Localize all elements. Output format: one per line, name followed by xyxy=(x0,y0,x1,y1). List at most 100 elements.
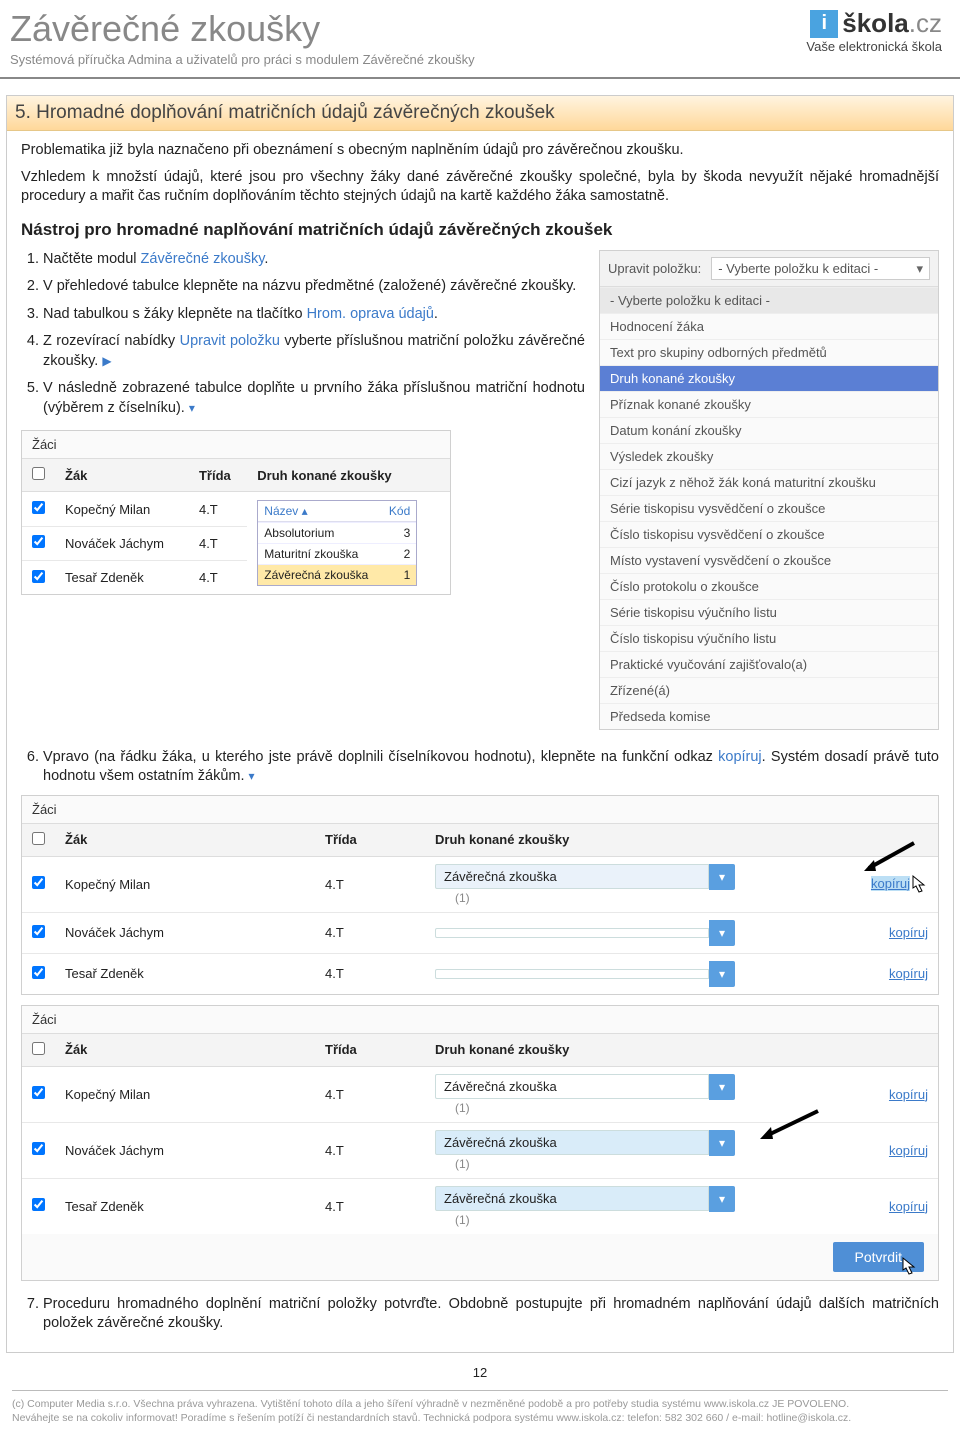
row-checkbox[interactable] xyxy=(32,876,45,889)
steps-list: Načtěte modul Závěrečné zkoušky. V přehl… xyxy=(21,250,585,419)
step-6-a: Vpravo (na řádku žáka, u kterého jste pr… xyxy=(43,749,718,765)
count-label: (1) xyxy=(455,1157,470,1171)
sp-option[interactable]: Zřízené(á) xyxy=(600,677,938,703)
cell-class: 4.T xyxy=(189,492,247,526)
count-label: (1) xyxy=(455,1213,470,1227)
zaci3-check-all[interactable] xyxy=(32,1042,45,1055)
cell-class: 4.T xyxy=(189,561,247,595)
subsection-heading: Nástroj pro hromadné naplňování matriční… xyxy=(21,220,939,240)
arrow-down-icon: ▾ xyxy=(189,401,195,415)
row-checkbox[interactable] xyxy=(32,1142,45,1155)
type-input[interactable] xyxy=(435,928,709,938)
page-number: 12 xyxy=(0,1353,960,1386)
section-heading: 5. Hromadné doplňování matričních údajů … xyxy=(7,96,953,131)
dd-opt-name: Absolutorium xyxy=(264,526,334,540)
step-5: V následně zobrazené tabulce doplňte u p… xyxy=(43,379,585,418)
row-checkbox[interactable] xyxy=(32,570,45,583)
doc-title: Závěrečné zkoušky xyxy=(10,8,475,50)
step-7: Proceduru hromadného doplnění matriční p… xyxy=(43,1295,939,1334)
arrow-down-icon: ▾ xyxy=(249,769,255,783)
sp-option[interactable]: Text pro skupiny odborných předmětů xyxy=(600,339,938,365)
cursor-icon xyxy=(900,1256,920,1278)
edit-item-panel: Upravit položku: - Vyberte položku k edi… xyxy=(599,250,939,730)
sp-option[interactable]: Číslo protokolu o zkoušce xyxy=(600,573,938,599)
type-input[interactable]: Závěrečná zkouška xyxy=(435,1130,709,1155)
type-dropdown-btn[interactable]: ▾ xyxy=(709,920,735,946)
type-dropdown-btn[interactable]: ▾ xyxy=(709,1186,735,1212)
footer-line-2: Neváhejte se na cokoliv informovat! Pora… xyxy=(12,1411,948,1425)
zaci1-table: Žák Třída Druh konané zkoušky Kopečný Mi… xyxy=(22,458,450,594)
cell-type: Závěrečná zkouška▾ (1) xyxy=(425,1178,828,1234)
sp-option[interactable]: Série tiskopisu vysvědčení o zkoušce xyxy=(600,495,938,521)
dd-opt-name: Maturitní zkouška xyxy=(264,547,358,561)
type-dropdown-btn[interactable]: ▾ xyxy=(709,1074,735,1100)
step-6: Vpravo (na řádku žáka, u kterého jste pr… xyxy=(43,748,939,787)
step-5-a: V následně zobrazené tabulce doplňte u p… xyxy=(43,380,585,416)
type-input[interactable] xyxy=(435,969,709,979)
sp-option[interactable]: - Vyberte položku k editaci - xyxy=(600,287,938,313)
zaci1-check-all[interactable] xyxy=(32,467,45,480)
step-3: Nad tabulkou s žáky klepněte na tlačítko… xyxy=(43,305,585,325)
row-checkbox[interactable] xyxy=(32,1086,45,1099)
sp-option[interactable]: Praktické vyučování zajišťovalo(a) xyxy=(600,651,938,677)
content: 5. Hromadné doplňování matričních údajů … xyxy=(6,95,954,1353)
zaci1-col-class: Třída xyxy=(189,459,247,492)
sp-option[interactable]: Číslo tiskopisu vysvědčení o zkoušce xyxy=(600,521,938,547)
copy-link[interactable]: kopíruj xyxy=(889,1199,928,1214)
copy-link[interactable]: kopíruj xyxy=(889,1143,928,1158)
logo-i-icon: i xyxy=(810,10,838,38)
table-row: Tesař Zdeněk4.TZávěrečná zkouška▾(1)kopí… xyxy=(22,1178,938,1234)
sp-option[interactable]: Druh konané zkoušky xyxy=(600,365,938,391)
step-1-a: Načtěte modul xyxy=(43,251,141,267)
row-checkbox[interactable] xyxy=(32,966,45,979)
sp-label: Upravit položku: xyxy=(608,261,701,276)
sp-option[interactable]: Série tiskopisu výučního listu xyxy=(600,599,938,625)
dd-option[interactable]: Absolutorium3 xyxy=(258,522,416,543)
sp-option[interactable]: Cizí jazyk z něhož žák koná maturitní zk… xyxy=(600,469,938,495)
dd-option-selected[interactable]: Závěrečná zkouška1 xyxy=(258,564,416,585)
row-checkbox[interactable] xyxy=(32,1198,45,1211)
copy-link[interactable]: kopíruj xyxy=(871,876,910,891)
count-label: (1) xyxy=(455,1101,470,1115)
header-divider xyxy=(0,77,960,79)
sp-option[interactable]: Předseda komise xyxy=(600,703,938,729)
sp-select[interactable]: - Vyberte položku k editaci - xyxy=(711,257,930,280)
cell-student: Tesař Zdeněk xyxy=(55,953,315,994)
type-dropdown-open[interactable]: Název ▴Kód Absolutorium3 Maturitní zkouš… xyxy=(257,500,417,586)
table-row: Kopečný Milan4.TZávěrečná zkouška▾(1)kop… xyxy=(22,856,938,912)
logo: i škola.cz xyxy=(806,8,942,39)
copy-link[interactable]: kopíruj xyxy=(889,1087,928,1102)
copy-link[interactable]: kopíruj xyxy=(889,925,928,940)
type-dropdown-btn[interactable]: ▾ xyxy=(709,961,735,987)
step-3-link: Hrom. oprava údajů xyxy=(307,306,434,322)
step-4: Z rozevírací nabídky Upravit položku vyb… xyxy=(43,332,585,371)
row-checkbox[interactable] xyxy=(32,501,45,514)
cell-type: ▾ xyxy=(425,953,828,994)
row-checkbox[interactable] xyxy=(32,535,45,548)
dd-option[interactable]: Maturitní zkouška2 xyxy=(258,543,416,564)
row-checkbox[interactable] xyxy=(32,925,45,938)
type-dropdown-btn[interactable]: ▾ xyxy=(709,1130,735,1156)
sp-option[interactable]: Číslo tiskopisu výučního listu xyxy=(600,625,938,651)
type-input[interactable]: Závěrečná zkouška xyxy=(435,1074,709,1099)
sp-option[interactable]: Příznak konané zkoušky xyxy=(600,391,938,417)
zaci2-col-type: Druh konané zkoušky xyxy=(425,823,828,856)
tagline: Vaše elektronická škola xyxy=(806,39,942,54)
sp-option[interactable]: Místo vystavení vysvědčení o zkoušce xyxy=(600,547,938,573)
type-input[interactable]: Závěrečná zkouška xyxy=(435,864,709,889)
type-input[interactable]: Závěrečná zkouška xyxy=(435,1186,709,1211)
sp-option[interactable]: Výsledek zkoušky xyxy=(600,443,938,469)
cell-class: 4.T xyxy=(315,1122,425,1178)
count-label: (1) xyxy=(455,891,470,905)
para-intro-2: Vzhledem k množstí údajů, které jsou pro… xyxy=(21,168,939,206)
step-1: Načtěte modul Závěrečné zkoušky. xyxy=(43,250,585,270)
copy-link[interactable]: kopíruj xyxy=(889,966,928,981)
sp-option[interactable]: Hodnocení žáka xyxy=(600,313,938,339)
sp-option[interactable]: Datum konání zkoušky xyxy=(600,417,938,443)
footer-line-1: (c) Computer Media s.r.o. Všechna práva … xyxy=(12,1397,948,1411)
zaci2-check-all[interactable] xyxy=(32,832,45,845)
zaci3-col-student: Žák xyxy=(55,1033,315,1066)
type-dropdown-btn[interactable]: ▾ xyxy=(709,864,735,890)
cell-student: Kopečný Milan xyxy=(55,492,189,526)
zaci3-title: Žáci xyxy=(22,1006,938,1033)
